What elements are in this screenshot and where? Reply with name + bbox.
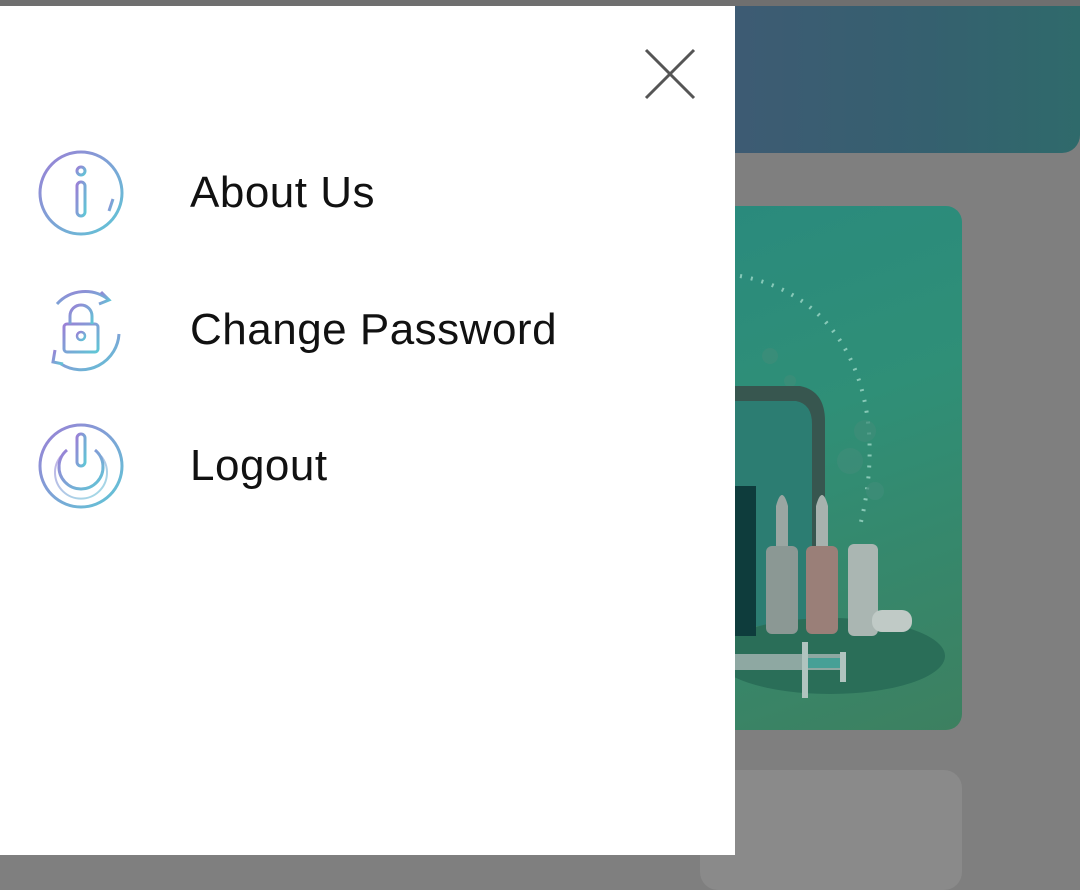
close-icon[interactable] [640,44,700,104]
background-illustration-card [700,206,962,730]
menu-item-label: About Us [190,168,375,217]
menu-item-change-password[interactable]: Change Password [36,285,676,375]
menu-item-label: Logout [190,441,328,490]
background-card [700,770,962,890]
lock-refresh-icon [36,285,126,375]
vaccine-illustration [700,274,945,698]
info-circle-icon [36,148,126,238]
navigation-drawer: About Us Change Password Logout [0,6,735,855]
power-icon [36,421,126,511]
background-header [700,6,1080,153]
menu-item-logout[interactable]: Logout [36,421,676,511]
menu-item-about-us[interactable]: About Us [36,148,676,238]
menu-item-label: Change Password [190,305,558,354]
